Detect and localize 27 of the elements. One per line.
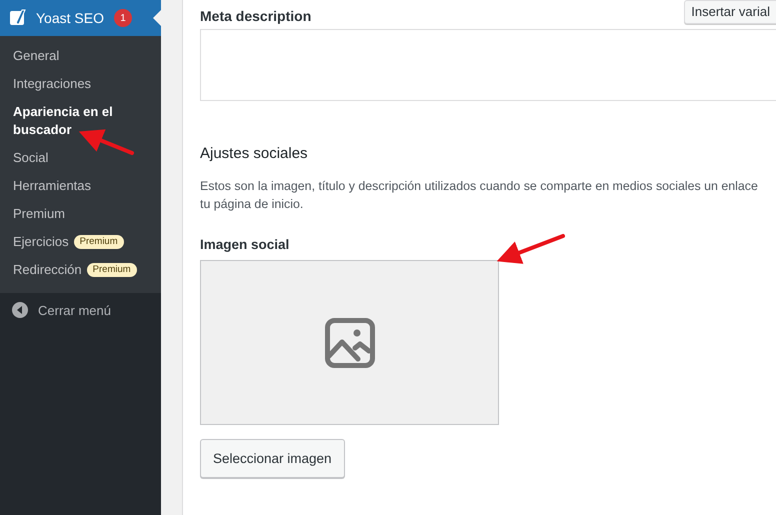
- menu-item[interactable]: Apariencia en el buscador: [0, 98, 161, 144]
- menu-item[interactable]: Social: [0, 144, 161, 172]
- field-label: Imagen social: [200, 237, 290, 252]
- select-image-button[interactable]: Seleccionar imagen: [200, 439, 345, 478]
- menu-item[interactable]: Ejercicios: [13, 233, 69, 251]
- menu-item[interactable]: General: [0, 42, 161, 70]
- field-label: Meta description: [200, 8, 312, 24]
- menu-title: Yoast SEO: [36, 10, 104, 26]
- collapse-menu-button[interactable]: Cerrar menú: [0, 293, 161, 327]
- menu-item[interactable]: Herramientas: [0, 172, 161, 200]
- annotation-arrow: [496, 234, 565, 264]
- section-heading: Ajustes sociales: [200, 144, 309, 164]
- collapse-icon: [12, 302, 28, 318]
- section-description: Estos son la imagen, título y descripción utilizados cuando se comparte en medios sociales un enlace tu página de inicio.: [200, 178, 759, 213]
- image-icon: [324, 318, 374, 368]
- menu-item[interactable]: Premium: [0, 200, 161, 228]
- plugin-menu-header[interactable]: Yoast SEO 1: [0, 0, 161, 36]
- menu-item[interactable]: Integraciones: [0, 70, 161, 98]
- insert-variable-button[interactable]: Insertar varial: [684, 0, 776, 24]
- annotation-arrow: [78, 129, 134, 155]
- logo-icon: [10, 9, 28, 27]
- premium-badge: Premium: [74, 235, 124, 249]
- menu-item[interactable]: Redirección: [13, 261, 82, 279]
- notification-count: 1: [114, 9, 132, 27]
- image-placeholder[interactable]: [200, 260, 499, 425]
- premium-badge: Premium: [86, 263, 137, 277]
- meta-description-field[interactable]: [200, 29, 776, 101]
